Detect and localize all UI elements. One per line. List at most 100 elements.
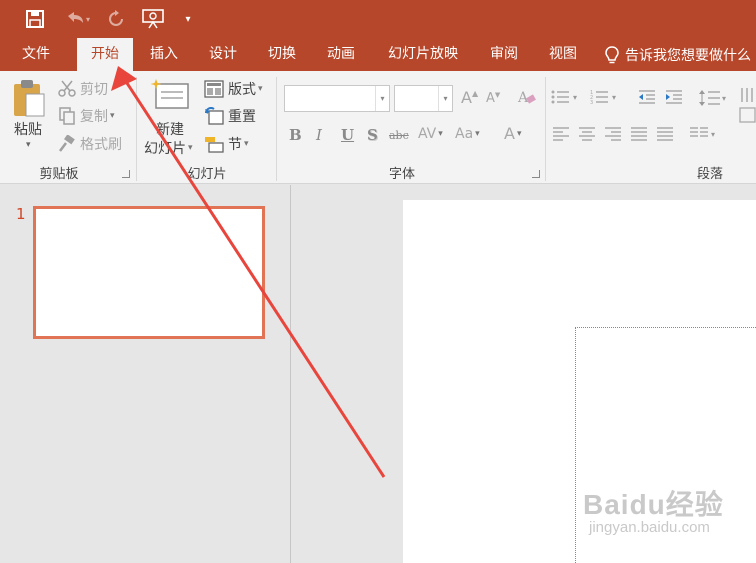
clipboard-launcher-icon[interactable] <box>122 170 130 178</box>
new-slide-dropdown-icon[interactable]: ▾ <box>188 143 193 153</box>
align-center-button[interactable] <box>579 127 595 141</box>
shrink-font-label: A <box>486 91 495 106</box>
undo-icon[interactable]: ▾ <box>58 6 98 32</box>
brush-icon <box>59 135 75 152</box>
font-color-dropdown-icon[interactable]: ▾ <box>517 129 522 139</box>
font-name-combo[interactable]: ▾ <box>284 85 390 112</box>
paste-dropdown-icon[interactable]: ▾ <box>26 140 31 150</box>
layout-dropdown-icon[interactable]: ▾ <box>258 84 263 94</box>
cut-label: 剪切 <box>80 82 108 98</box>
character-spacing-button[interactable]: AV ▾ <box>418 126 443 142</box>
align-center-icon <box>579 127 595 141</box>
new-slide-button[interactable]: 幻灯片 ▾ <box>144 138 193 158</box>
change-case-dropdown-icon[interactable]: ▾ <box>475 129 480 139</box>
svg-text:▾: ▾ <box>612 93 616 102</box>
svg-text:▾: ▾ <box>86 15 90 24</box>
section-button[interactable]: 节 ▾ <box>204 134 249 154</box>
format-painter-button[interactable]: 格式刷 <box>58 134 122 154</box>
strikethrough-button[interactable]: abc <box>389 129 409 142</box>
grow-font-label: A <box>461 88 472 107</box>
quick-access-toolbar: ▾ ▾ <box>0 0 756 38</box>
font-size-dropdown-icon[interactable]: ▾ <box>438 86 452 111</box>
layout-button[interactable]: 版式 ▾ <box>204 79 263 99</box>
text-direction-button[interactable] <box>739 86 756 126</box>
paste-label: 粘贴 <box>14 122 42 138</box>
bullets-button[interactable]: ▾ <box>551 89 581 105</box>
start-from-beginning-icon[interactable] <box>140 6 166 32</box>
cut-button[interactable]: 剪切 <box>58 79 108 99</box>
svg-text:▾: ▾ <box>722 94 726 103</box>
tab-home[interactable]: 开始 <box>77 38 133 71</box>
paste-button[interactable]: 粘贴 <box>14 119 42 139</box>
align-left-button[interactable] <box>553 127 569 141</box>
reset-icon <box>205 107 224 125</box>
section-dropdown-icon[interactable]: ▾ <box>244 139 249 149</box>
new-slide-label-line1[interactable]: 新建 <box>156 119 184 139</box>
increase-indent-button[interactable] <box>664 89 684 105</box>
pane-divider[interactable] <box>290 185 291 563</box>
tab-review[interactable]: 审阅 <box>480 38 528 71</box>
section-icon <box>205 137 224 153</box>
grow-font-button[interactable]: A ▲ <box>461 88 478 107</box>
justify-button[interactable] <box>631 127 647 141</box>
shadow-button[interactable]: S <box>367 126 378 144</box>
tab-view[interactable]: 视图 <box>539 38 587 71</box>
redo-icon[interactable] <box>104 6 128 32</box>
character-spacing-dropdown-icon[interactable]: ▾ <box>438 129 443 139</box>
align-right-button[interactable] <box>605 127 621 141</box>
new-slide-label-line2: 幻灯片 <box>144 141 186 157</box>
save-icon[interactable] <box>22 6 48 32</box>
font-color-label: A <box>504 124 515 143</box>
lightbulb-icon <box>605 45 619 63</box>
copy-icon <box>59 107 75 125</box>
paste-icon[interactable] <box>12 78 46 120</box>
clipboard-group-label: 剪贴板 <box>39 167 79 182</box>
reset-button[interactable]: 重置 <box>204 106 256 126</box>
tell-me-box[interactable]: 告诉我您想要做什么 <box>605 38 751 71</box>
new-slide-icon[interactable] <box>150 78 190 112</box>
character-spacing-label: AV <box>418 126 437 142</box>
ribbon-tabs: 文件 开始 插入 设计 切换 动画 幻灯片放映 审阅 视图 告诉我您想要做什么 <box>0 38 756 71</box>
copy-button[interactable]: 复制 ▾ <box>58 106 115 126</box>
format-painter-label: 格式刷 <box>80 137 122 153</box>
svg-text:▾: ▾ <box>573 93 577 102</box>
tab-design[interactable]: 设计 <box>199 38 247 71</box>
change-case-button[interactable]: Aa ▾ <box>455 126 480 142</box>
decrease-indent-button[interactable] <box>637 89 657 105</box>
font-name-dropdown-icon[interactable]: ▾ <box>375 86 389 111</box>
copy-label: 复制 <box>80 109 108 125</box>
line-spacing-icon: ▾ <box>699 90 726 106</box>
reset-label: 重置 <box>228 109 256 125</box>
tab-file[interactable]: 文件 <box>10 38 62 71</box>
change-case-label: Aa <box>455 126 474 142</box>
slide-thumbnail[interactable] <box>33 206 265 339</box>
clear-formatting-button[interactable]: A <box>517 88 537 106</box>
distributed-button[interactable] <box>657 127 673 141</box>
group-separator <box>545 77 546 181</box>
columns-icon: ▾ <box>690 127 715 139</box>
font-color-button[interactable]: A ▾ <box>504 124 521 143</box>
svg-text:▾: ▾ <box>711 130 715 139</box>
distributed-icon <box>657 127 673 141</box>
copy-dropdown-icon[interactable]: ▾ <box>110 111 115 121</box>
line-spacing-button[interactable]: ▾ <box>698 89 728 107</box>
customize-qat-icon[interactable]: ▾ <box>180 6 196 32</box>
bold-button[interactable]: B <box>289 126 302 144</box>
font-size-combo[interactable]: ▾ <box>394 85 453 112</box>
layout-icon <box>204 80 224 98</box>
tab-insert[interactable]: 插入 <box>140 38 188 71</box>
tab-animations[interactable]: 动画 <box>317 38 365 71</box>
font-launcher-icon[interactable] <box>532 170 540 178</box>
layout-label: 版式 <box>228 82 256 98</box>
grow-font-arrow-icon: ▲ <box>471 89 479 98</box>
tab-transitions[interactable]: 切换 <box>258 38 306 71</box>
shrink-font-button[interactable]: A ▼ <box>486 91 500 107</box>
numbering-button[interactable]: 1 2 3 ▾ <box>590 89 620 105</box>
columns-button[interactable]: ▾ <box>690 127 720 141</box>
decrease-indent-icon <box>639 90 655 104</box>
baidu-watermark-logo: Baidu经验 jingyan.baidu.com <box>583 483 724 536</box>
tell-me-text: 告诉我您想要做什么 <box>625 47 751 64</box>
tab-slide-show[interactable]: 幻灯片放映 <box>378 38 468 71</box>
italic-button[interactable]: I <box>316 126 322 144</box>
underline-button[interactable]: U <box>341 126 354 144</box>
